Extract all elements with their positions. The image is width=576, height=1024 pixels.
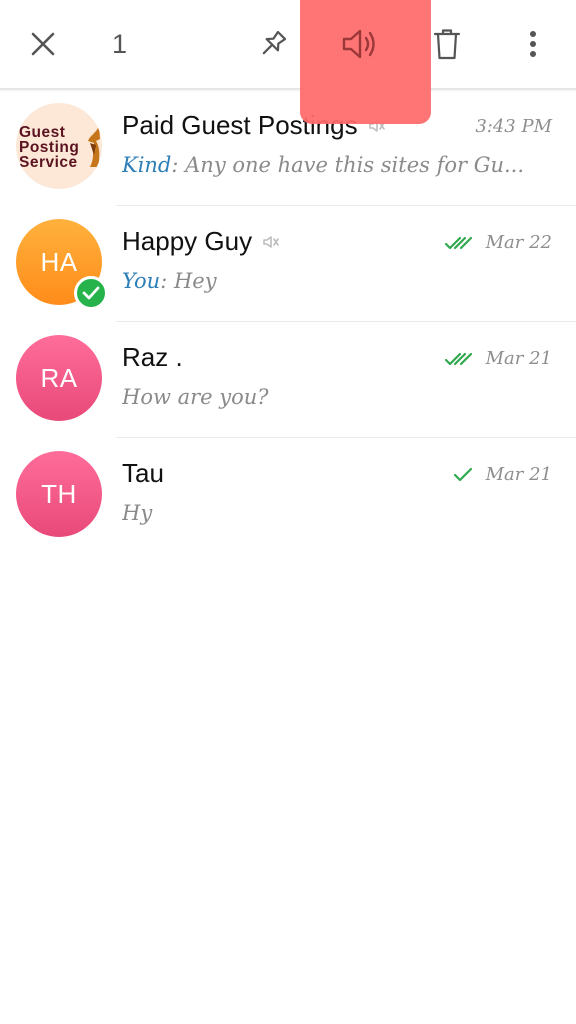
unmute-speaker-icon — [342, 29, 375, 59]
avatar-logo-text: Guest Posting Service — [19, 124, 80, 171]
muted-icon — [263, 235, 279, 248]
pin-button[interactable] — [252, 0, 294, 88]
chat-preview: Kind: Any one have this sites for Gu... — [122, 153, 542, 177]
chat-name: Happy Guy — [122, 226, 280, 257]
single-check-icon — [453, 467, 472, 481]
chat-row-paid-guest-postings[interactable]: Guest Posting Service Paid Guest Posting… — [0, 90, 576, 206]
selected-count: 1 — [112, 28, 128, 59]
double-check-icon — [444, 352, 472, 365]
chat-time: 3:43 PM — [475, 116, 552, 137]
close-selection-button[interactable] — [22, 0, 64, 88]
chat-time: Mar 22 — [485, 232, 552, 253]
more-vert-icon — [530, 31, 536, 57]
chat-row-happy-guy[interactable]: HA Happy Guy Mar 22 You: Hey — [0, 206, 576, 322]
avatar: RA — [16, 335, 102, 421]
message-text: : Any one have this sites for Gu... — [171, 153, 525, 177]
chat-row-tau[interactable]: TH Tau Mar 21 Hy — [0, 438, 576, 554]
chat-time-wrap: Mar 21 — [444, 348, 552, 369]
message-sender: Kind — [122, 153, 172, 177]
avatar: TH — [16, 451, 102, 537]
message-sender: You — [122, 269, 161, 293]
chat-row-raz[interactable]: RA Raz . Mar 21 How are you? — [0, 322, 576, 438]
unmute-button[interactable] — [300, 0, 431, 124]
chat-time-wrap: Mar 22 — [444, 232, 552, 253]
more-options-button[interactable] — [516, 0, 550, 88]
message-text: : Hey — [160, 269, 217, 293]
verified-check-icon — [74, 276, 108, 310]
chat-preview: How are you? — [122, 385, 542, 409]
chat-time-wrap: Mar 21 — [452, 464, 552, 485]
message-text: How are you? — [122, 385, 269, 409]
chat-name: Tau — [122, 458, 164, 488]
trash-icon — [433, 29, 461, 60]
chat-list: Guest Posting Service Paid Guest Posting… — [0, 90, 576, 554]
chat-time: Mar 21 — [485, 348, 552, 369]
chat-name: Raz . — [122, 342, 183, 372]
selection-toolbar: 1 — [0, 0, 576, 90]
pin-icon — [262, 30, 287, 55]
chat-preview: You: Hey — [122, 269, 542, 293]
avatar: Guest Posting Service — [16, 103, 102, 189]
double-check-icon — [444, 236, 472, 249]
close-icon — [31, 32, 55, 56]
message-text: Hy — [122, 501, 153, 525]
megaphone-logo-icon — [88, 125, 100, 167]
chat-preview: Hy — [122, 501, 542, 525]
chat-time: Mar 21 — [485, 464, 552, 485]
